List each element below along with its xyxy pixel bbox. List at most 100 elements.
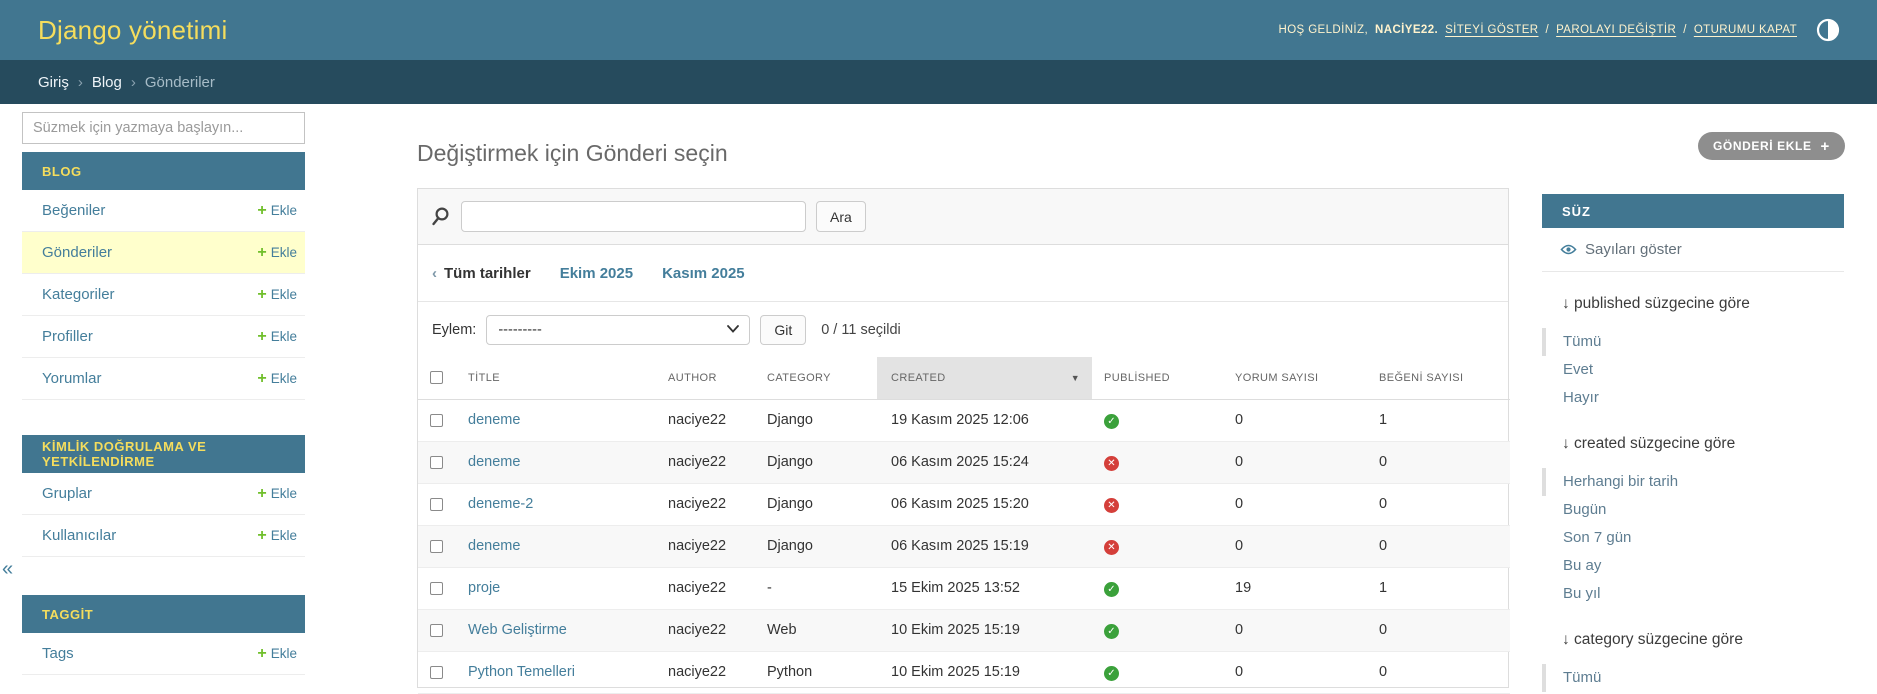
column-header-comments[interactable]: YORUM SAYISI <box>1223 357 1367 400</box>
row-checkbox[interactable] <box>430 539 443 553</box>
published-yes-icon: ✓ <box>1104 623 1119 639</box>
post-link[interactable]: deneme <box>468 454 520 470</box>
go-button[interactable]: Git <box>760 314 807 345</box>
column-header-category[interactable]: CATEGORY <box>755 357 877 400</box>
post-link[interactable]: deneme <box>468 412 520 428</box>
table-row: Python Temelleri naciye22 Python 10 Ekim… <box>418 651 1510 694</box>
breadcrumb-home[interactable]: Giriş <box>38 74 69 91</box>
change-password-link[interactable]: PAROLAYI DEĞİŞTİR <box>1556 24 1676 36</box>
search-icon <box>432 207 449 226</box>
post-link[interactable]: proje <box>468 580 500 596</box>
created-cell: 10 Ekim 2025 15:19 <box>877 609 1092 652</box>
filter-option[interactable]: Hayır <box>1542 384 1844 412</box>
post-link[interactable]: deneme-2 <box>468 496 533 512</box>
add-link[interactable]: + Ekle <box>257 644 297 662</box>
row-checkbox[interactable] <box>430 623 443 637</box>
filter-option[interactable]: Evet <box>1542 356 1844 384</box>
model-link[interactable]: Gruplar <box>42 485 92 502</box>
sidebar-item-kullanicilar[interactable]: Kullanıcılar + Ekle <box>22 515 305 557</box>
add-post-button[interactable]: GÖNDERİ EKLE + <box>1698 132 1845 160</box>
column-header-title[interactable]: TİTLE <box>456 357 656 400</box>
model-link[interactable]: Gönderiler <box>42 244 112 261</box>
model-link[interactable]: Yorumlar <box>42 370 101 387</box>
comments-cell: 0 <box>1223 441 1367 484</box>
search-button[interactable]: Ara <box>816 201 866 232</box>
likes-cell: 0 <box>1367 651 1510 694</box>
add-link[interactable]: + Ekle <box>257 286 297 303</box>
breadcrumb: Giriş › Blog › Gönderiler <box>0 60 1877 104</box>
sidebar-item-yorumlar[interactable]: Yorumlar + Ekle <box>22 358 305 400</box>
search-input[interactable] <box>461 201 806 232</box>
all-dates-link[interactable]: ‹ Tüm tarihler <box>432 265 531 282</box>
action-select[interactable]: --------- <box>486 314 751 345</box>
add-link[interactable]: + Ekle <box>257 202 297 219</box>
model-link[interactable]: Kullanıcılar <box>42 527 116 544</box>
section-caption-taggit[interactable]: TAGGİT <box>22 595 305 633</box>
show-counts-link[interactable]: Sayıları göster <box>1542 228 1844 272</box>
row-checkbox[interactable] <box>430 413 443 427</box>
sidebar-item-gonderiler[interactable]: Gönderiler + Ekle <box>22 232 305 274</box>
add-label: Ekle <box>270 371 297 386</box>
model-link[interactable]: Tags <box>42 645 74 662</box>
row-checkbox[interactable] <box>430 455 443 469</box>
plus-icon: + <box>257 644 267 662</box>
created-cell: 10 Ekim 2025 15:19 <box>877 651 1092 694</box>
actions-bar: Eylem: --------- Git 0 / 11 seçildi <box>418 302 1508 357</box>
post-link[interactable]: Web Geliştirme <box>468 622 567 638</box>
sidebar-item-gruplar[interactable]: Gruplar + Ekle <box>22 473 305 515</box>
filter-option[interactable]: Herhangi bir tarih <box>1542 468 1844 496</box>
filter-option[interactable]: Bu yıl <box>1542 580 1844 608</box>
model-link[interactable]: Profiller <box>42 328 93 345</box>
filter-group-published: ↓ published süzgecine göre Tümü Evet Hay… <box>1542 292 1844 412</box>
sidebar-collapse-toggle[interactable]: « <box>2 558 13 581</box>
select-all-checkbox[interactable] <box>430 371 443 385</box>
view-site-link[interactable]: SİTEYİ GÖSTER <box>1445 24 1538 36</box>
model-link[interactable]: Beğeniler <box>42 202 105 219</box>
logout-link[interactable]: OTURUMU KAPAT <box>1694 24 1797 36</box>
sort-descending-icon[interactable]: ▼ <box>1071 373 1080 383</box>
sidebar-item-tags[interactable]: Tags + Ekle <box>22 633 305 675</box>
created-cell: 06 Kasım 2025 15:20 <box>877 483 1092 526</box>
plus-icon: + <box>257 243 267 261</box>
created-cell: 19 Kasım 2025 12:06 <box>877 399 1092 442</box>
author-cell: naciye22 <box>656 651 755 694</box>
column-header-likes[interactable]: BEĞENİ SAYISI <box>1367 357 1510 400</box>
month-link-kasim[interactable]: Kasım 2025 <box>662 265 745 282</box>
selection-counter: 0 / 11 seçildi <box>821 321 901 338</box>
column-header-author[interactable]: AUTHOR <box>656 357 755 400</box>
table-row: deneme naciye22 Django 06 Kasım 2025 15:… <box>418 441 1510 484</box>
model-link[interactable]: Kategoriler <box>42 286 115 303</box>
breadcrumb-blog[interactable]: Blog <box>92 74 122 91</box>
post-link[interactable]: Python Temelleri <box>468 664 575 680</box>
filter-option[interactable]: Bu ay <box>1542 552 1844 580</box>
filter-option[interactable]: Bugün <box>1542 496 1844 524</box>
sidebar-item-kategoriler[interactable]: Kategoriler + Ekle <box>22 274 305 316</box>
chevron-down-icon <box>727 324 740 333</box>
section-caption-auth[interactable]: KİMLİK DOĞRULAMA VE YETKİLENDİRME <box>22 435 305 473</box>
column-header-published[interactable]: PUBLİSHED <box>1092 357 1223 400</box>
filter-option[interactable]: Son 7 gün <box>1542 524 1844 552</box>
theme-toggle-icon[interactable] <box>1816 18 1840 42</box>
date-hierarchy: ‹ Tüm tarihler Ekim 2025 Kasım 2025 <box>418 245 1508 302</box>
filter-option[interactable]: Tümü <box>1542 328 1844 356</box>
breadcrumb-separator: › <box>77 73 83 91</box>
row-checkbox[interactable] <box>430 581 443 595</box>
link-separator: / <box>1545 24 1550 36</box>
row-checkbox[interactable] <box>430 497 443 511</box>
month-link-ekim[interactable]: Ekim 2025 <box>560 265 633 282</box>
add-link[interactable]: + Ekle <box>257 370 297 387</box>
site-title[interactable]: Django yönetimi <box>38 15 227 46</box>
column-header-created[interactable]: CREATED ▼ <box>877 357 1092 400</box>
sidebar-item-profiller[interactable]: Profiller + Ekle <box>22 316 305 358</box>
add-label: Ekle <box>270 245 297 260</box>
add-link[interactable]: + Ekle <box>257 328 297 345</box>
app-header: Django yönetimi HOŞ GELDİNİZ, NACİYE22. … <box>0 0 1877 60</box>
add-link[interactable]: + Ekle <box>257 243 297 261</box>
add-link[interactable]: + Ekle <box>257 485 297 502</box>
sidebar-filter-input[interactable] <box>22 112 305 144</box>
sidebar-item-begeniler[interactable]: Beğeniler + Ekle <box>22 190 305 232</box>
add-link[interactable]: + Ekle <box>257 527 297 544</box>
row-checkbox[interactable] <box>430 665 443 679</box>
post-link[interactable]: deneme <box>468 538 520 554</box>
section-caption-blog[interactable]: BLOG <box>22 152 305 190</box>
